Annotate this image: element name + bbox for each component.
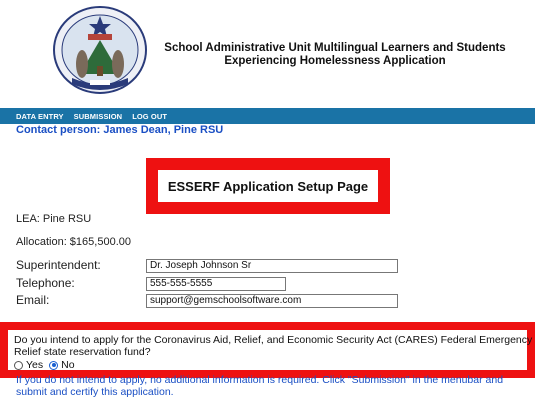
menu-data-entry[interactable]: DATA ENTRY xyxy=(16,112,64,121)
radio-yes[interactable] xyxy=(14,360,23,370)
menubar: DATA ENTRY SUBMISSION LOG OUT xyxy=(0,108,535,124)
setup-title-box: ESSERF Application Setup Page xyxy=(146,158,390,214)
page-title: ESSERF Application Setup Page xyxy=(167,178,369,194)
menu-log-out[interactable]: LOG OUT xyxy=(132,112,167,121)
maine-state-seal-icon xyxy=(53,6,147,94)
page-header: School Administrative Unit Multilingual … xyxy=(0,0,535,100)
radio-yes-label: Yes xyxy=(26,359,44,371)
allocation-text: Allocation: $165,500.00 xyxy=(16,236,131,248)
apply-question-box: Do you intend to apply for the Coronavir… xyxy=(0,322,535,378)
instruction-note: If you do not intend to apply, no additi… xyxy=(16,374,504,398)
apply-radio-group: Yes No xyxy=(14,359,75,371)
superintendent-input[interactable]: Dr. Joseph Johnson Sr xyxy=(146,259,398,273)
app-title: School Administrative Unit Multilingual … xyxy=(155,42,515,68)
telephone-label: Telephone: xyxy=(16,276,75,290)
email-input[interactable]: support@gemschoolsoftware.com xyxy=(146,294,398,308)
email-label: Email: xyxy=(16,293,50,307)
app-title-line1: School Administrative Unit Multilingual … xyxy=(164,42,506,54)
menu-submission[interactable]: SUBMISSION xyxy=(74,112,123,121)
app-title-line2: Experiencing Homelessness Application xyxy=(224,55,446,67)
superintendent-label: Superintendent: xyxy=(16,258,101,272)
radio-no[interactable] xyxy=(49,360,59,370)
telephone-input[interactable]: 555-555-5555 xyxy=(146,277,286,291)
apply-question-text: Do you intend to apply for the Coronavir… xyxy=(14,334,533,358)
lea-text: LEA: Pine RSU xyxy=(16,213,92,225)
radio-no-label: No xyxy=(61,359,75,371)
contact-person: Contact person: James Dean, Pine RSU xyxy=(16,124,224,136)
